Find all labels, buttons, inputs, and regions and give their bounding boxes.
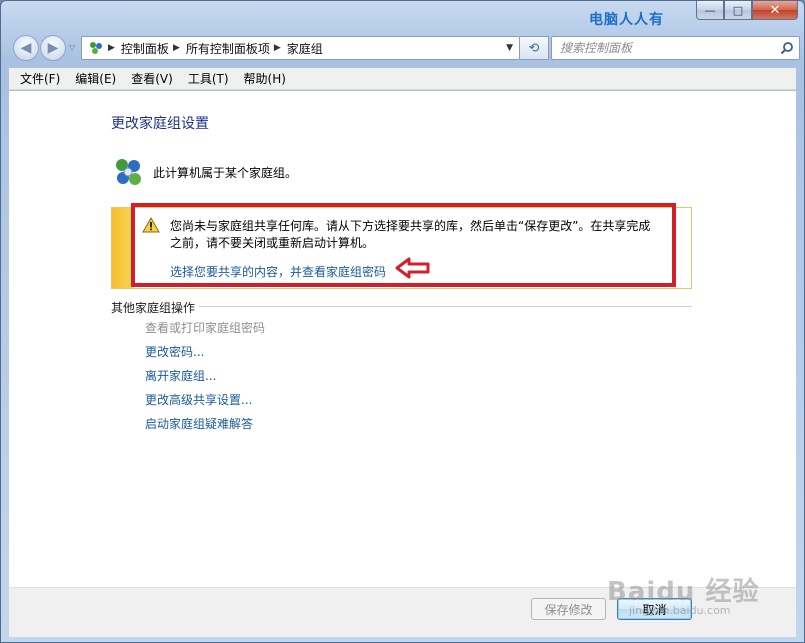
troubleshoot-link[interactable]: 启动家庭组疑难解答: [145, 416, 265, 440]
homegroup-actions: 查看或打印家庭组密码 更改密码... 离开家庭组... 更改高级共享设置... …: [145, 320, 265, 440]
homegroup-icon: [116, 159, 141, 185]
search-box[interactable]: [551, 36, 800, 60]
close-button[interactable]: ✕: [752, 1, 798, 20]
save-changes-button: 保存修改: [531, 598, 606, 620]
address-dropdown-icon[interactable]: ▼: [506, 43, 513, 53]
view-print-password-link: 查看或打印家庭组密码: [145, 321, 266, 335]
change-password-link[interactable]: 更改密码...: [145, 344, 265, 368]
menu-help[interactable]: 帮助(H): [237, 70, 294, 87]
annotation-highlight-box: [131, 203, 676, 287]
maximize-button[interactable]: □: [724, 1, 752, 20]
search-input[interactable]: [560, 41, 770, 55]
advanced-sharing-link[interactable]: 更改高级共享设置...: [145, 392, 265, 416]
homegroup-status: 此计算机属于某个家庭组。: [111, 157, 297, 187]
breadcrumb-separator[interactable]: ▶: [173, 43, 180, 53]
share-notice: 您尚未与家庭组共享任何库。请从下方选择要共享的库，然后单击“保存更改”。在共享完…: [111, 203, 692, 289]
control-panel-window: 电脑人人有 — □ ✕ ◀ ▶ ▽ ▶ 控制面板 ▶ 所有控制面板项 ▶ 家庭组…: [0, 0, 805, 643]
menu-tools[interactable]: 工具(T): [181, 70, 237, 87]
baidu-watermark-url: jingyan.baidu.com: [629, 604, 731, 617]
back-button[interactable]: ◀: [13, 35, 39, 61]
breadcrumb-control-panel[interactable]: 控制面板: [121, 40, 169, 57]
breadcrumb-all-items[interactable]: 所有控制面板项: [186, 40, 270, 57]
navigation-bar: ◀ ▶ ▽ ▶ 控制面板 ▶ 所有控制面板项 ▶ 家庭组 ▼ ⟲: [9, 34, 800, 62]
breadcrumb-separator: ▶: [108, 43, 115, 53]
section-divider: [199, 306, 692, 307]
minimize-button[interactable]: —: [696, 1, 724, 20]
page-title: 更改家庭组设置: [111, 116, 209, 132]
control-panel-icon: [90, 42, 102, 54]
window-watermark-title: 电脑人人有: [589, 12, 664, 28]
menu-view[interactable]: 查看(V): [124, 70, 181, 87]
menu-bar: 文件(F) 编辑(E) 查看(V) 工具(T) 帮助(H): [9, 68, 796, 90]
homegroup-status-text: 此计算机属于某个家庭组。: [153, 165, 298, 180]
breadcrumb-homegroup[interactable]: 家庭组: [287, 40, 323, 57]
refresh-button[interactable]: ⟲: [520, 36, 549, 60]
caption-buttons: — □ ✕: [696, 1, 798, 20]
baidu-watermark-logo: Baidu 经验: [607, 577, 760, 607]
main-content: 更改家庭组设置 此计算机属于某个家庭组。 您尚未与家庭组共享任何库。请从下方选择…: [9, 91, 796, 587]
menu-edit[interactable]: 编辑(E): [68, 70, 124, 87]
recent-pages-dropdown[interactable]: ▽: [69, 43, 75, 52]
leave-homegroup-link[interactable]: 离开家庭组...: [145, 368, 265, 392]
breadcrumb-separator[interactable]: ▶: [274, 43, 281, 53]
search-icon[interactable]: [780, 41, 794, 55]
address-bar[interactable]: ▶ 控制面板 ▶ 所有控制面板项 ▶ 家庭组 ▼: [81, 36, 520, 60]
section-title: 其他家庭组操作: [111, 301, 196, 315]
menu-file[interactable]: 文件(F): [13, 70, 68, 87]
forward-button[interactable]: ▶: [40, 35, 66, 61]
